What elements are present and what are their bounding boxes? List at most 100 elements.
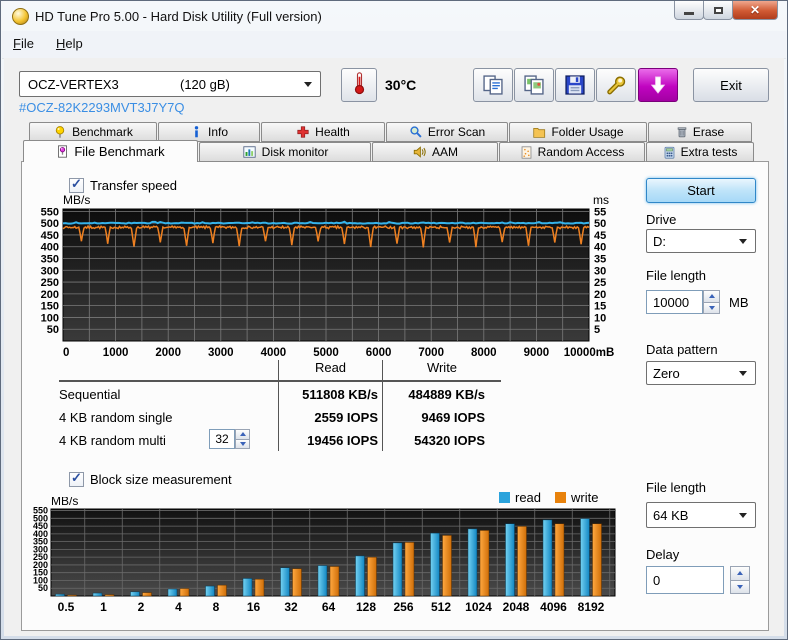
download-button[interactable] xyxy=(638,68,678,102)
tab-row-2: File Benchmark Disk monitor AAM Random Acce… xyxy=(23,140,755,162)
svg-text:150: 150 xyxy=(41,301,59,313)
block-size-checkbox[interactable] xyxy=(69,470,84,487)
info-icon xyxy=(190,125,203,139)
row-label: Sequential xyxy=(59,387,121,402)
file-length-input[interactable]: 10000 xyxy=(646,290,703,314)
tab-extra-tests[interactable]: Extra tests xyxy=(646,142,754,162)
copy-image-icon xyxy=(523,74,545,96)
tab-info[interactable]: Info xyxy=(158,122,260,142)
svg-text:10: 10 xyxy=(594,312,606,324)
close-icon: ✕ xyxy=(749,3,761,17)
tab-health[interactable]: Health xyxy=(261,122,385,142)
svg-text:35: 35 xyxy=(594,254,606,266)
block-size-chart: 550500450400350300250200150100500.5 1 2 4 8 1… xyxy=(33,497,616,614)
folder-usage-icon xyxy=(532,126,546,139)
start-button[interactable]: Start xyxy=(646,178,756,203)
data-pattern-select[interactable]: Zero xyxy=(646,361,756,385)
tab-label: Disk monitor xyxy=(261,145,329,159)
arrow-down-icon xyxy=(239,441,246,446)
svg-text:2: 2 xyxy=(138,600,145,614)
delay-input[interactable]: 0 xyxy=(646,566,724,594)
chevron-down-icon xyxy=(304,82,312,87)
tab-random-access[interactable]: Random Access xyxy=(499,142,645,162)
copy-image-button[interactable] xyxy=(514,68,554,102)
save-button[interactable] xyxy=(555,68,595,102)
svg-text:550: 550 xyxy=(41,206,59,218)
tab-file-benchmark[interactable]: File Benchmark xyxy=(23,140,198,162)
minimize-button[interactable] xyxy=(674,1,704,20)
tab-label: Erase xyxy=(692,125,725,139)
svg-text:450: 450 xyxy=(41,230,59,242)
delay-up-button[interactable] xyxy=(730,566,750,581)
tab-benchmark[interactable]: Benchmark xyxy=(29,122,157,142)
close-button[interactable]: ✕ xyxy=(732,1,778,20)
threads-up-button[interactable] xyxy=(235,429,250,440)
block-file-length-select[interactable]: 64 KB xyxy=(646,502,756,528)
menu-bar: File Help xyxy=(2,31,786,59)
aam-icon xyxy=(412,145,427,159)
tab-disk-monitor[interactable]: Disk monitor xyxy=(199,142,371,162)
tab-error-scan[interactable]: Error Scan xyxy=(386,122,508,142)
arrow-up-icon xyxy=(737,571,743,576)
table-header-spacer xyxy=(59,360,278,382)
target-drive-select[interactable]: D: xyxy=(646,229,756,253)
options-button[interactable] xyxy=(596,68,636,102)
svg-text:1: 1 xyxy=(100,600,107,614)
svg-text:50: 50 xyxy=(594,218,606,230)
title-bar: HD Tune Pro 5.00 - Hard Disk Utility (Fu… xyxy=(1,1,787,31)
file-length-down-button[interactable] xyxy=(703,302,720,314)
menu-help[interactable]: Help xyxy=(45,31,94,51)
tab-label: Benchmark xyxy=(72,125,133,139)
svg-text:MB/s: MB/s xyxy=(63,193,90,207)
svg-text:1000: 1000 xyxy=(103,347,129,359)
threads-down-button[interactable] xyxy=(235,439,250,449)
file-length-up-button[interactable] xyxy=(703,290,720,303)
drive-size: (120 gB) xyxy=(180,77,230,92)
tab-folder-usage[interactable]: Folder Usage xyxy=(509,122,647,142)
svg-text:10000mB: 10000mB xyxy=(564,347,615,359)
health-icon xyxy=(296,125,310,139)
transfer-speed-checkbox[interactable] xyxy=(69,176,84,193)
delay-down-button[interactable] xyxy=(730,580,750,594)
block-size-label: Block size measurement xyxy=(90,472,232,487)
svg-text:8: 8 xyxy=(213,600,220,614)
copy-text-button[interactable] xyxy=(473,68,513,102)
erase-icon xyxy=(676,125,688,139)
tab-label: Extra tests xyxy=(680,145,738,159)
copy-text-icon xyxy=(482,74,504,96)
svg-text:40: 40 xyxy=(594,242,606,254)
block-size-checkbox-row: Block size measurement xyxy=(69,470,232,487)
svg-text:1024: 1024 xyxy=(465,600,492,614)
tab-row-1: Benchmark Info Health Error Scan Folder Usag… xyxy=(29,122,753,142)
svg-text:4000: 4000 xyxy=(261,347,287,359)
table-header-write: Write xyxy=(382,360,501,382)
tab-erase[interactable]: Erase xyxy=(648,122,752,142)
benchmark-results-table: Read Write Sequential 511808 KB/s 484889 KB/… xyxy=(59,360,501,451)
temperature-button[interactable] xyxy=(341,68,377,102)
app-window: HD Tune Pro 5.00 - Hard Disk Utility (Fu… xyxy=(0,0,788,640)
svg-text:9000: 9000 xyxy=(524,347,550,359)
tab-aam[interactable]: AAM xyxy=(372,142,498,162)
svg-text:64: 64 xyxy=(322,600,336,614)
maximize-button[interactable] xyxy=(703,1,733,20)
temperature-value: 30°C xyxy=(385,77,417,93)
exit-button[interactable]: Exit xyxy=(693,68,769,102)
thread-count-input[interactable]: 32 xyxy=(209,429,235,449)
svg-text:250: 250 xyxy=(41,277,59,289)
arrow-up-icon xyxy=(239,432,246,437)
transfer-speed-label: Transfer speed xyxy=(90,178,177,193)
arrow-up-icon xyxy=(708,294,715,299)
svg-text:5000: 5000 xyxy=(313,347,339,359)
menu-file[interactable]: File xyxy=(2,31,45,51)
svg-text:25: 25 xyxy=(594,277,606,289)
write-value: 484889 KB/s xyxy=(382,382,501,405)
svg-text:6000: 6000 xyxy=(366,347,392,359)
svg-text:128: 128 xyxy=(356,600,376,614)
chevron-down-icon xyxy=(739,513,747,518)
svg-text:7000: 7000 xyxy=(418,347,444,359)
file-length-spinner: 10000 xyxy=(646,290,720,314)
drive-name: OCZ-VERTEX3 xyxy=(28,77,119,92)
drive-select[interactable]: OCZ-VERTEX3 (120 gB) xyxy=(19,71,321,97)
svg-text:2048: 2048 xyxy=(503,600,530,614)
svg-text:200: 200 xyxy=(41,289,59,301)
